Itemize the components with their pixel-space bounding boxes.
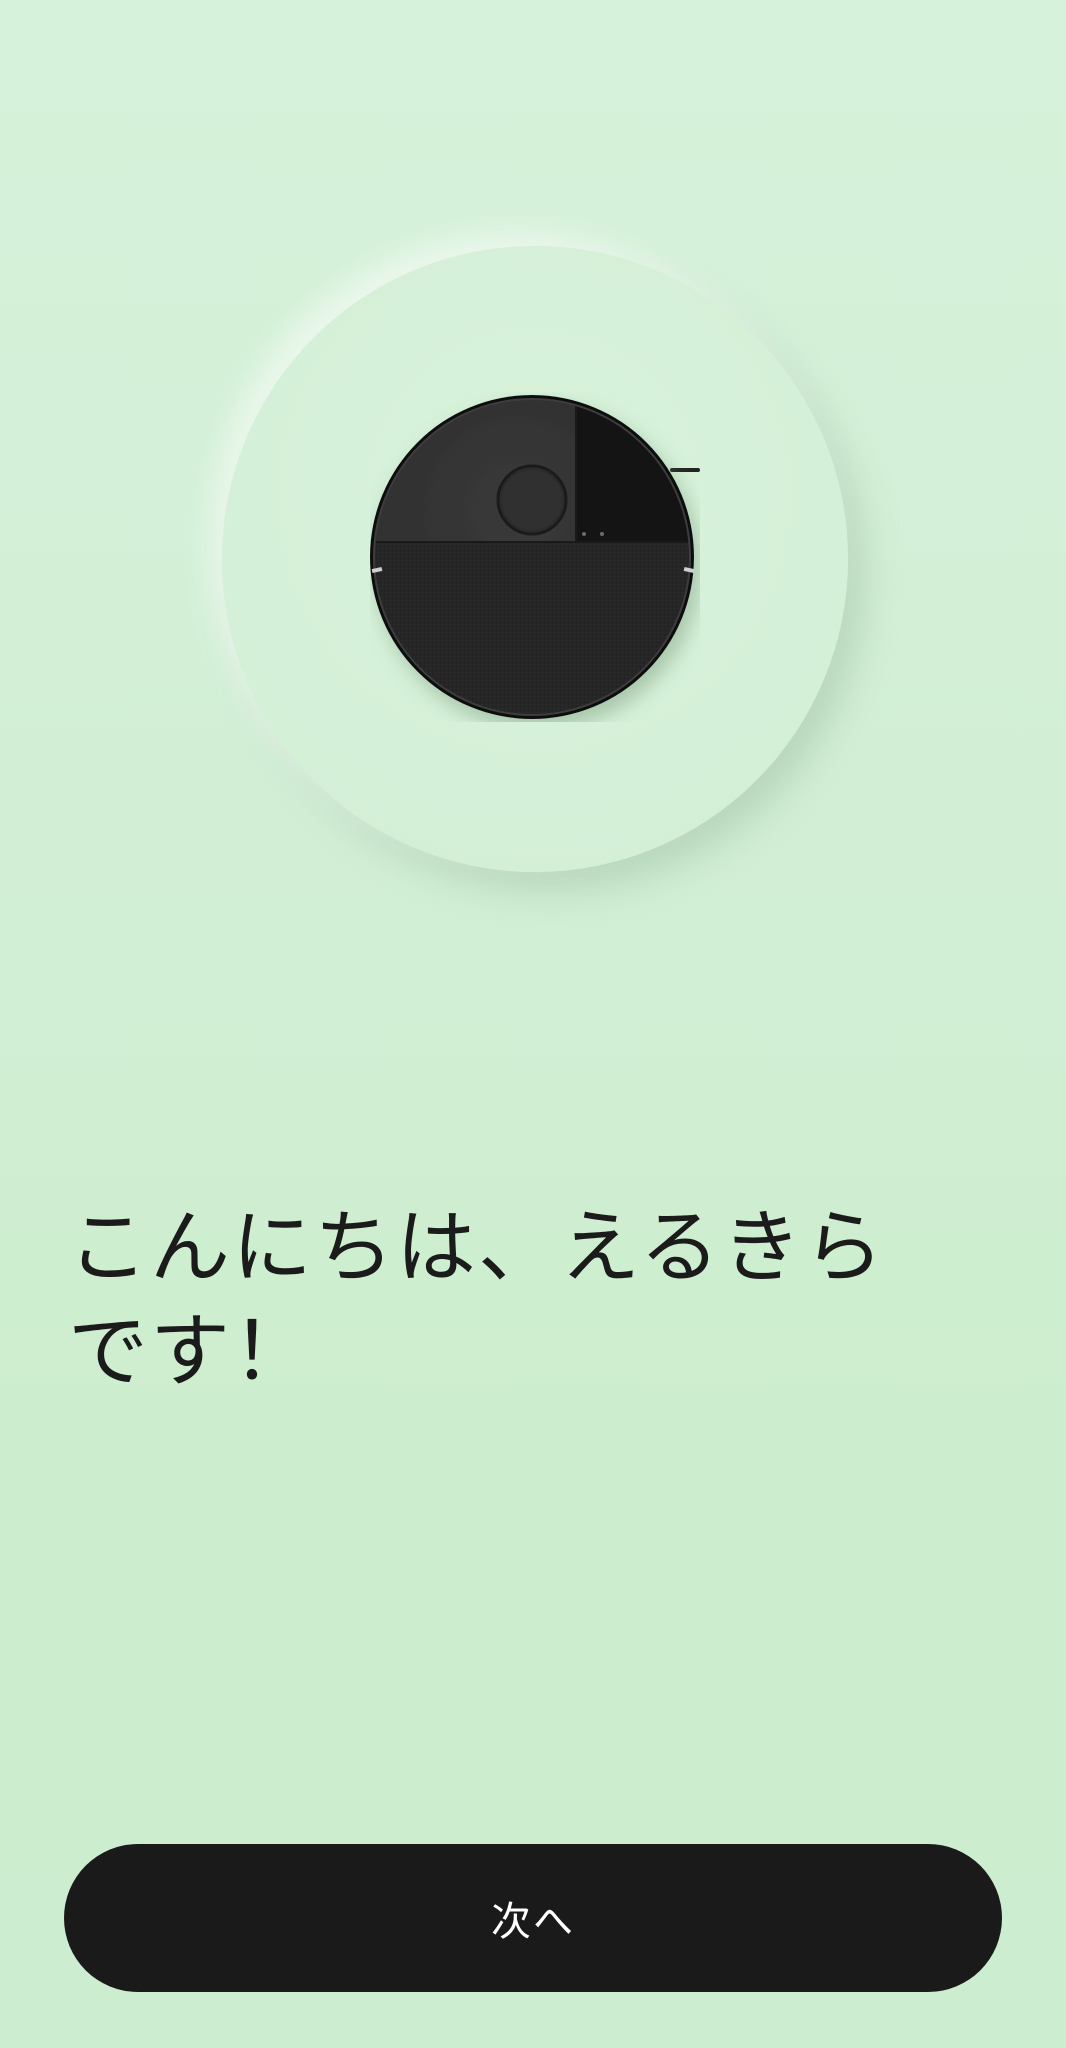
robot-vacuum-icon: [370, 395, 700, 719]
next-button[interactable]: 次へ: [64, 1844, 1002, 1992]
greeting-title: こんにちは、えるきら です！: [68, 1201, 886, 1398]
onboarding-screen: こんにちは、えるきら です！ 次へ: [0, 0, 1066, 2048]
